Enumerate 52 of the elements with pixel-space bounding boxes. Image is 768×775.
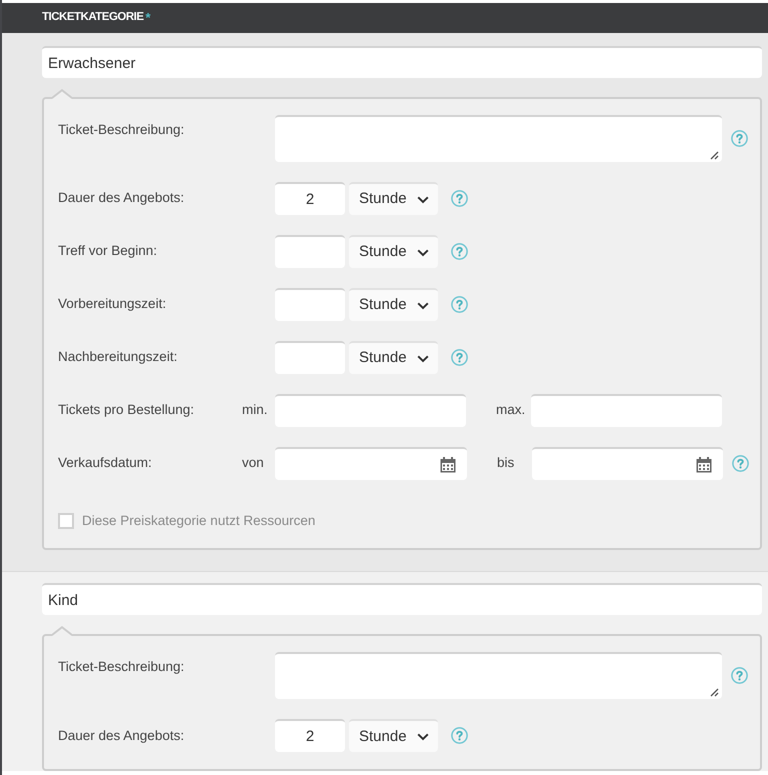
description-field[interactable] [275, 115, 722, 162]
number-field[interactable]: 2 [275, 182, 345, 215]
chevron-down-icon [417, 248, 429, 256]
field-label: Ticket-Beschreibung: [58, 658, 186, 676]
chevron-down-icon [417, 732, 429, 741]
unit-dropdown[interactable]: Stunde [349, 341, 438, 374]
date-field[interactable] [275, 447, 467, 480]
min-field[interactable] [275, 394, 466, 427]
resize-grip-icon[interactable] [710, 688, 719, 698]
calendar-icon[interactable] [440, 456, 456, 472]
chevron-down-icon [417, 196, 429, 204]
field-sublabel: bis [496, 454, 516, 472]
help-icon[interactable] [451, 190, 468, 207]
chevron-down-icon [417, 354, 429, 362]
help-icon[interactable] [731, 130, 748, 147]
field-sublabel: min. [242, 401, 269, 420]
max-field[interactable] [531, 394, 722, 427]
field-sublabel: max. [495, 401, 526, 420]
unit-dropdown[interactable]: Stunde [349, 182, 438, 215]
checkbox-label: Diese Preiskategorie nutzt Ressourcen [82, 512, 316, 530]
field-label: Treff vor Beginn: [58, 242, 158, 260]
checkbox[interactable] [58, 513, 74, 530]
category-name-field[interactable]: Kind [42, 583, 762, 616]
field-label: Nachbereitungszeit: [58, 348, 178, 366]
field-label: Dauer des Angebots: [58, 189, 186, 208]
date-field[interactable] [532, 447, 723, 480]
number-field[interactable] [275, 341, 345, 374]
field-label: Ticket-Beschreibung: [58, 121, 186, 139]
required-mark: * [146, 9, 151, 28]
help-icon[interactable] [451, 243, 468, 260]
field-sublabel: von [242, 454, 265, 472]
chevron-down-icon [417, 302, 429, 310]
field-label: Tickets pro Bestellung: [58, 401, 196, 420]
description-field[interactable] [275, 652, 722, 700]
calendar-icon[interactable] [696, 456, 712, 472]
help-icon[interactable] [732, 455, 749, 472]
field-label: Dauer des Angebots: [58, 726, 186, 745]
help-icon[interactable] [451, 349, 468, 366]
field-label: Verkaufsdatum: [58, 454, 153, 472]
section-title: TICKETKATEGORIE [42, 10, 144, 26]
number-field[interactable]: 2 [275, 719, 345, 752]
number-field[interactable] [275, 288, 345, 321]
help-icon[interactable] [451, 727, 468, 744]
unit-dropdown[interactable]: Stunde [349, 235, 438, 268]
help-icon[interactable] [731, 667, 748, 684]
field-label: Vorbereitungszeit: [58, 295, 168, 314]
resize-grip-icon[interactable] [710, 151, 719, 160]
help-icon[interactable] [451, 296, 468, 313]
category-name-field[interactable]: Erwachsener [42, 46, 762, 78]
number-field[interactable] [275, 235, 345, 268]
unit-dropdown[interactable]: Stunde [349, 719, 438, 752]
unit-dropdown[interactable]: Stunde [349, 288, 438, 321]
